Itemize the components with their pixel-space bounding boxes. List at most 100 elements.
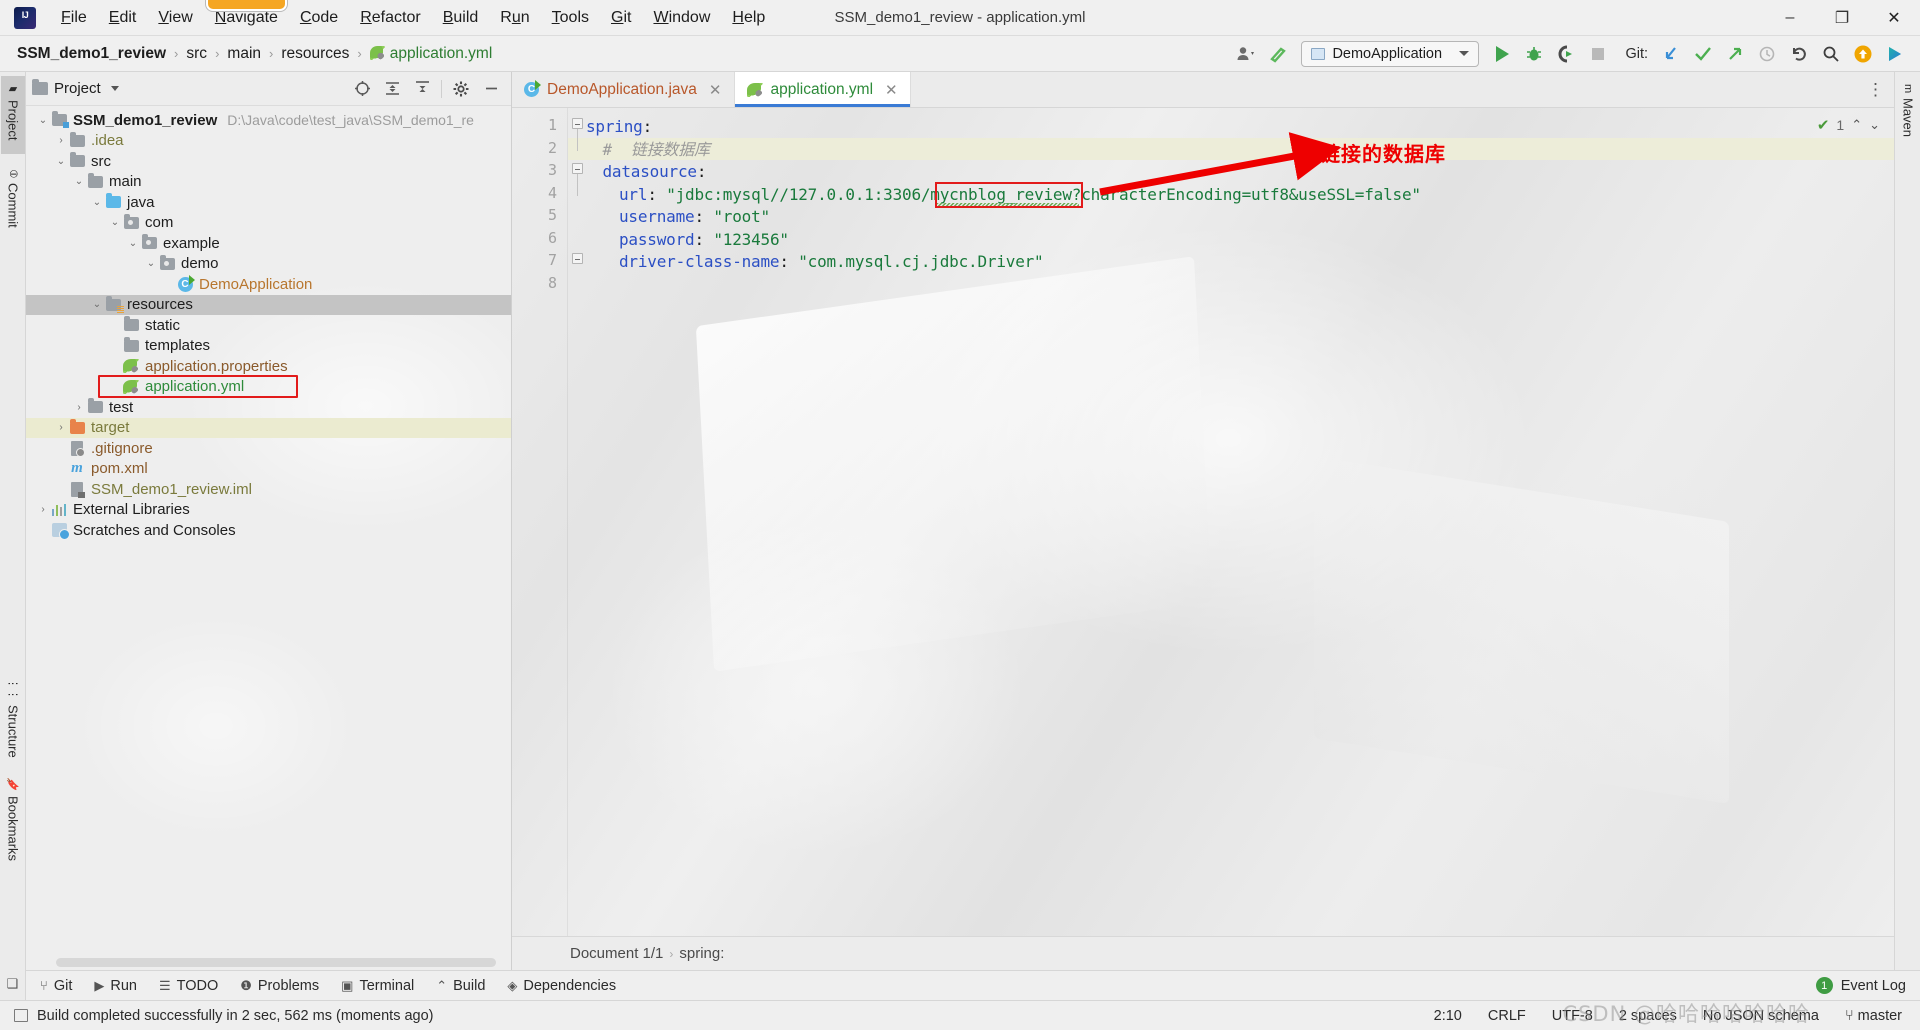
indent-setting[interactable]: 2 spaces [1619, 1008, 1677, 1024]
caret-position[interactable]: 2:10 [1434, 1008, 1462, 1024]
code-line-6[interactable]: password: "123456" [619, 229, 789, 252]
menu-file[interactable]: File [50, 5, 98, 31]
hide-panel-icon[interactable] [477, 76, 505, 102]
chevron-up-icon[interactable]: ⌃ [1851, 117, 1862, 133]
menu-navigate[interactable]: Navigate [204, 0, 289, 31]
chevron-down-icon[interactable]: ⌄ [90, 197, 104, 208]
tree-node-resources[interactable]: ⌄ resources [26, 294, 511, 315]
chevron-right-icon[interactable]: › [54, 135, 68, 146]
event-log-area[interactable]: 1 Event Log [1815, 977, 1920, 994]
toolwindow-dependencies[interactable]: ◈ Dependencies [507, 978, 616, 994]
menu-code[interactable]: Code [289, 5, 349, 31]
tree-node-main[interactable]: ⌄ main [26, 172, 511, 193]
tree-node-ssm-demo1-review[interactable]: ⌄ SSM_demo1_review D:\Java\code\test_java\… [26, 110, 511, 131]
sidebar-item-project[interactable]: ▰ Project [1, 76, 25, 154]
breadcrumb-project[interactable]: SSM_demo1_review [12, 43, 171, 65]
file-encoding[interactable]: UTF-8 [1552, 1008, 1593, 1024]
locate-icon[interactable] [348, 76, 376, 102]
breadcrumb-resources[interactable]: resources [276, 43, 354, 65]
breadcrumb-src[interactable]: src [181, 43, 212, 65]
update-badge-icon[interactable] [1848, 40, 1878, 68]
tree-node--idea[interactable]: › .idea [26, 131, 511, 152]
run-configuration-selector[interactable]: DemoApplication [1301, 40, 1480, 67]
chevron-down-icon[interactable]: ⌄ [90, 299, 104, 310]
toolwindow-terminal[interactable]: ▣ Terminal [341, 978, 414, 994]
menu-window[interactable]: Window [642, 5, 721, 31]
code-line-7[interactable]: driver-class-name: "com.mysql.cj.jdbc.Dr… [619, 251, 1044, 274]
breadcrumb-node[interactable]: spring: [679, 945, 724, 962]
code-line-5[interactable]: username: "root" [619, 206, 770, 229]
collapse-all-icon[interactable] [408, 76, 436, 102]
sidebar-item-bookmarks[interactable]: 🔖 Bookmarks [1, 772, 25, 876]
code-line-3[interactable]: datasource: [603, 161, 707, 184]
tree-node-test[interactable]: › test [26, 397, 511, 418]
tab-demoapplication-java[interactable]: C DemoApplication.java ✕ [512, 72, 735, 107]
toolwindow-run[interactable]: ▶ Run [94, 978, 137, 994]
menu-edit[interactable]: Edit [98, 5, 148, 31]
git-update-icon[interactable] [1656, 40, 1686, 68]
json-schema[interactable]: No JSON schema [1703, 1008, 1819, 1024]
fold-marker[interactable] [572, 163, 583, 174]
tree-node-com[interactable]: ⌄ com [26, 213, 511, 234]
minimize-button[interactable]: – [1764, 0, 1816, 36]
more-options-icon[interactable]: ⋮ [1867, 80, 1884, 100]
close-button[interactable]: ✕ [1868, 0, 1920, 36]
code-line-2[interactable]: # 链接数据库 [603, 139, 711, 162]
toolwindow-todo[interactable]: ☰ TODO [159, 978, 218, 994]
tree-node-external-libraries[interactable]: › External Libraries [26, 500, 511, 521]
chevron-down-icon[interactable]: ⌄ [36, 115, 50, 126]
git-commit-icon[interactable] [1688, 40, 1718, 68]
breadcrumb-file[interactable]: application.yml [365, 43, 498, 65]
hammer-icon[interactable] [1263, 40, 1293, 68]
git-rollback-icon[interactable] [1784, 40, 1814, 68]
chevron-down-icon[interactable]: ⌄ [126, 238, 140, 249]
tree-node-templates[interactable]: ·templates [26, 336, 511, 357]
fold-marker[interactable] [572, 118, 583, 129]
search-everywhere-icon[interactable] [1816, 40, 1846, 68]
toolwindow-git[interactable]: ⑂ Git [40, 978, 72, 994]
event-log-label[interactable]: Event Log [1841, 978, 1906, 994]
sidebar-item-maven[interactable]: m Maven [1896, 78, 1920, 162]
chevron-down-icon[interactable]: ⌄ [72, 176, 86, 187]
menu-help[interactable]: Help [721, 5, 776, 31]
git-history-icon[interactable] [1752, 40, 1782, 68]
sidebar-item-commit[interactable]: ⦶ Commit [1, 164, 25, 246]
user-avatar-icon[interactable] [1231, 40, 1261, 68]
toolwindow-build[interactable]: ⌃ Build [436, 978, 485, 994]
tree-node-ssm-demo1-review-iml[interactable]: ·SSM_demo1_review.iml [26, 479, 511, 500]
fold-marker[interactable] [572, 253, 583, 264]
chevron-down-icon[interactable]: ⌄ [54, 156, 68, 167]
toolwindow-problems[interactable]: ❶ Problems [240, 978, 319, 994]
close-icon[interactable]: ✕ [709, 81, 722, 99]
git-branch-widget[interactable]: ⑂ master [1845, 1008, 1902, 1024]
tree-node-example[interactable]: ⌄ example [26, 233, 511, 254]
expand-all-icon[interactable] [378, 76, 406, 102]
menu-tools[interactable]: Tools [541, 5, 600, 31]
line-separator[interactable]: CRLF [1488, 1008, 1526, 1024]
menu-run[interactable]: Run [489, 5, 540, 31]
menu-view[interactable]: View [147, 5, 203, 31]
tree-node-demoapplication[interactable]: ·CDemoApplication [26, 274, 511, 295]
chevron-down-icon[interactable]: ⌄ [144, 258, 158, 269]
chevron-down-icon[interactable] [110, 86, 119, 91]
tree-node-scratches-and-consoles[interactable]: ·Scratches and Consoles [26, 520, 511, 541]
editor-tabs-options[interactable]: ⋮ [1867, 72, 1894, 107]
run-button[interactable] [1487, 40, 1517, 68]
tree-node-pom-xml[interactable]: ·mpom.xml [26, 459, 511, 480]
menu-git[interactable]: Git [600, 5, 642, 31]
code-editor[interactable]: 12345678 spring: # 链接数据库 datasource: url: "… [512, 108, 1894, 936]
chevron-down-icon[interactable]: ⌄ [108, 217, 122, 228]
chevron-right-icon[interactable]: › [72, 402, 86, 413]
close-icon[interactable]: ✕ [885, 81, 898, 99]
inspection-widget[interactable]: ✔ 1 ⌃ ⌄ [1817, 116, 1880, 134]
menu-refactor[interactable]: Refactor [349, 5, 431, 31]
code-line-1[interactable]: spring: [586, 116, 652, 139]
sidebar-item-structure[interactable]: ⋮⋮ Structure [1, 672, 25, 764]
run-with-coverage-button[interactable] [1551, 40, 1581, 68]
debug-button[interactable] [1519, 40, 1549, 68]
breadcrumb-document[interactable]: Document 1/1 [570, 945, 663, 962]
menu-build[interactable]: Build [432, 5, 490, 31]
chevron-down-icon[interactable]: ⌄ [1869, 117, 1880, 133]
tree-node--gitignore[interactable]: ·.gitignore [26, 438, 511, 459]
gear-icon[interactable] [447, 76, 475, 102]
